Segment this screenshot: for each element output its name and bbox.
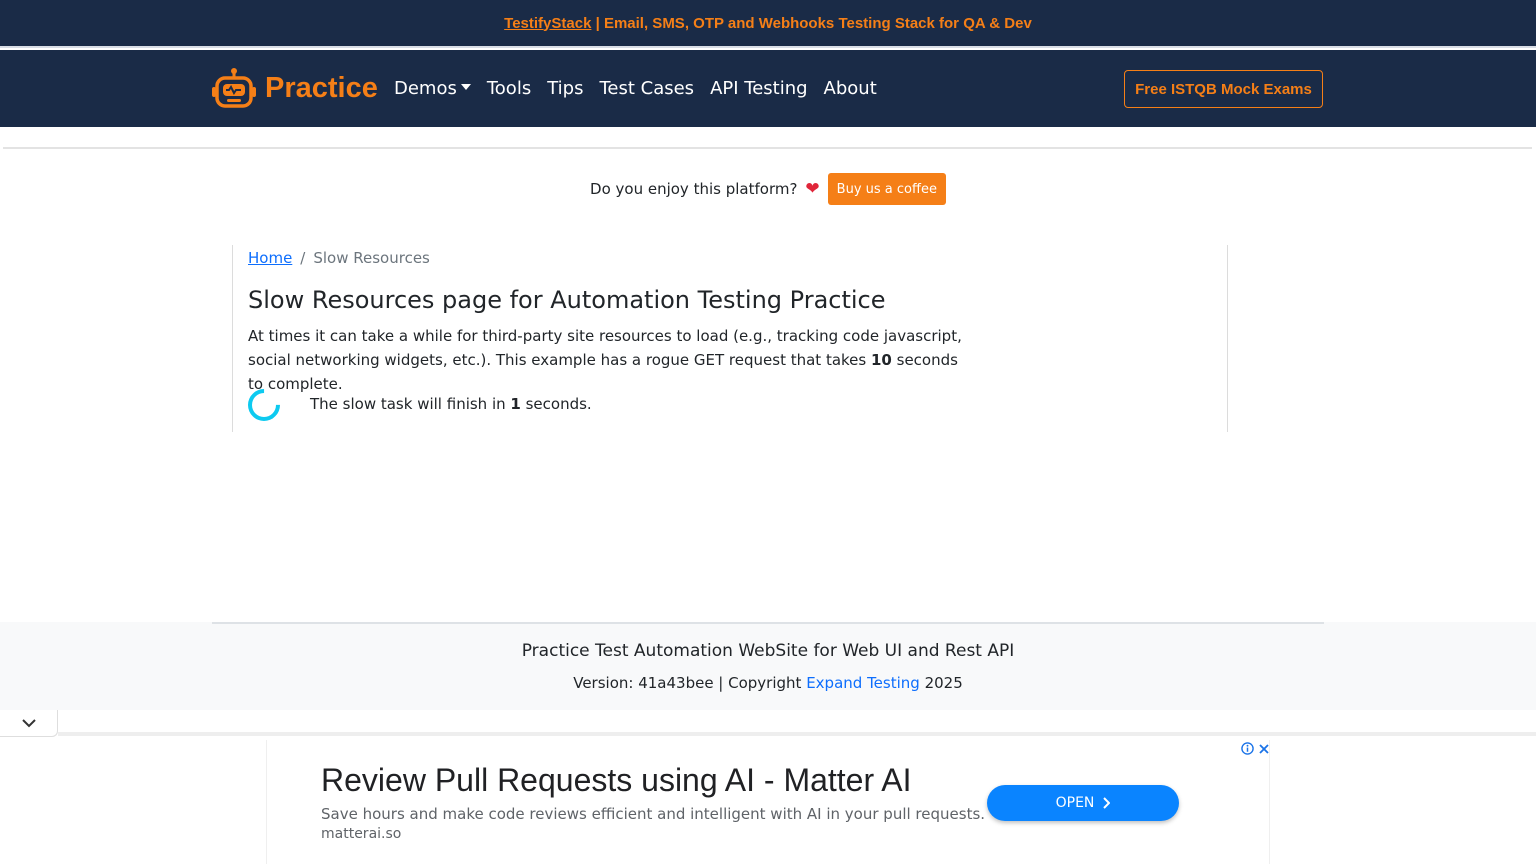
buy-coffee-button[interactable]: Buy us a coffee xyxy=(827,173,946,205)
brand-link[interactable]: Practice xyxy=(211,65,378,111)
navbar: Practice Demos Tools Tips Test Cases API… xyxy=(0,50,1536,127)
close-icon[interactable] xyxy=(1258,743,1270,755)
breadcrumb-separator: / xyxy=(300,249,306,267)
nav-test-cases[interactable]: Test Cases xyxy=(599,76,694,102)
caret-down-icon xyxy=(460,84,471,90)
ad-card[interactable]: Review Pull Requests using AI - Matter A… xyxy=(266,740,1270,864)
desc-part-1: At times it can take a while for third-p… xyxy=(248,327,962,369)
ad-controls xyxy=(1241,742,1270,755)
footer-year: 2025 xyxy=(919,674,963,692)
page-title: Slow Resources page for Automation Testi… xyxy=(248,286,886,314)
testifystack-link[interactable]: TestifyStack xyxy=(504,15,591,32)
ad-open-button[interactable]: OPEN xyxy=(987,785,1179,821)
footer-copyright: Version: 41a43bee | Copyright Expand Tes… xyxy=(0,674,1536,692)
ad-open-label: OPEN xyxy=(1055,795,1095,811)
status-countdown: 1 xyxy=(510,395,521,413)
main-content: Home / Slow Resources Slow Resources pag… xyxy=(232,245,1228,432)
chevron-right-icon xyxy=(1103,797,1111,809)
breadcrumb: Home / Slow Resources xyxy=(248,249,430,267)
status-prefix: The slow task will finish in xyxy=(310,395,511,413)
ad-headline[interactable]: Review Pull Requests using AI - Matter A… xyxy=(321,762,911,799)
footer-version: Version: 41a43bee | Copyright xyxy=(573,674,807,692)
breadcrumb-current: Slow Resources xyxy=(313,249,430,267)
status-suffix: seconds. xyxy=(520,395,592,413)
nav-about[interactable]: About xyxy=(824,76,877,102)
expand-testing-link[interactable]: Expand Testing xyxy=(806,674,920,692)
nav-tools[interactable]: Tools xyxy=(487,76,531,102)
footer-divider xyxy=(212,622,1324,624)
breadcrumb-home-link[interactable]: Home xyxy=(248,249,292,267)
info-icon[interactable] xyxy=(1241,742,1254,755)
main-nav: Demos Tools Tips Test Cases API Testing … xyxy=(394,76,877,102)
chevron-down-icon xyxy=(21,719,36,728)
support-row: Do you enjoy this platform? ❤ Buy us a c… xyxy=(0,172,1536,206)
nav-tips[interactable]: Tips xyxy=(547,76,583,102)
ad-collapse-toggle[interactable] xyxy=(0,710,58,737)
top-banner-text: | Email, SMS, OTP and Webhooks Testing S… xyxy=(591,14,1032,32)
heart-icon: ❤ xyxy=(805,179,820,199)
slow-task-status: The slow task will finish in 1 seconds. xyxy=(310,395,592,413)
nav-api-testing[interactable]: API Testing xyxy=(710,76,807,102)
footer-title: Practice Test Automation WebSite for Web… xyxy=(521,641,1015,661)
robot-logo-icon xyxy=(212,68,256,108)
ad-description: Save hours and make code reviews efficie… xyxy=(321,805,986,823)
brand-name: Practice xyxy=(265,71,378,104)
ad-shadow xyxy=(58,732,1536,736)
nav-demos[interactable]: Demos xyxy=(394,76,471,102)
support-question: Do you enjoy this platform? xyxy=(590,180,798,198)
desc-seconds: 10 xyxy=(870,351,892,369)
istqb-mock-exams-button[interactable]: Free ISTQB Mock Exams xyxy=(1124,70,1323,108)
ad-bar: Review Pull Requests using AI - Matter A… xyxy=(0,710,1536,864)
divider xyxy=(3,147,1532,149)
top-banner: TestifyStack | Email, SMS, OTP and Webho… xyxy=(0,0,1536,48)
page-description: At times it can take a while for third-p… xyxy=(248,324,968,396)
footer: Practice Test Automation WebSite for Web… xyxy=(0,622,1536,710)
nav-demos-label: Demos xyxy=(394,78,457,99)
ad-url[interactable]: matterai.so xyxy=(321,826,401,842)
